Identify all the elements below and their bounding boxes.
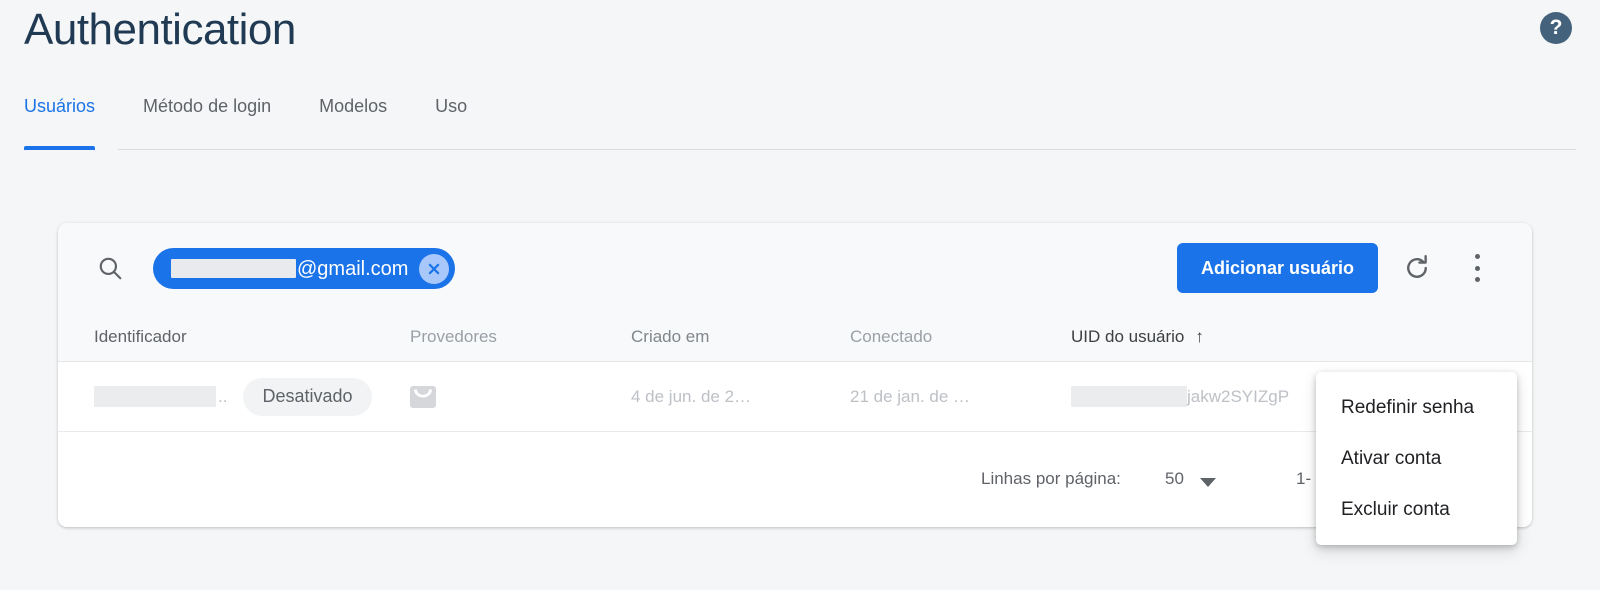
identifier-truncation: .. [218, 386, 228, 406]
redacted-username [171, 259, 296, 278]
column-header-conectado[interactable]: Conectado [850, 313, 932, 361]
users-toolbar: @gmail.com Adicionar usuário [58, 223, 1532, 313]
page-title: Authentication [24, 5, 296, 54]
column-label: Conectado [850, 327, 933, 346]
close-circle-icon[interactable] [419, 253, 450, 284]
menu-item-ativar-conta[interactable]: Ativar conta [1316, 433, 1517, 484]
search-icon[interactable] [97, 255, 123, 281]
search-filter-chip[interactable]: @gmail.com [153, 248, 456, 289]
tab-uso[interactable]: Uso [435, 92, 467, 148]
column-label: Criado em [631, 327, 710, 346]
tab-metodo-de-login[interactable]: Método de login [143, 92, 271, 148]
column-label: UID do usuário [1071, 327, 1185, 346]
redacted-uid [1071, 386, 1187, 407]
column-header-identificador[interactable]: Identificador [94, 313, 187, 361]
add-user-button[interactable]: Adicionar usuário [1176, 243, 1378, 293]
column-label: Identificador [94, 327, 187, 346]
menu-item-excluir-conta[interactable]: Excluir conta [1316, 484, 1517, 535]
table-row[interactable]: .. Desativado 4 de jun. de 2… 21 de jan.… [58, 362, 1532, 432]
chevron-down-icon[interactable] [1200, 478, 1216, 487]
tab-bar-divider [118, 149, 1576, 150]
tab-bar: Usuários Método de login Modelos Uso [24, 92, 515, 150]
rows-per-page-select[interactable]: 50 [1165, 469, 1184, 489]
column-header-criado-em[interactable]: Criado em [631, 313, 709, 361]
refresh-icon[interactable] [1402, 253, 1432, 283]
uid-value: jakw2SYIZgP [1187, 386, 1290, 406]
users-card: @gmail.com Adicionar usuário Identificad… [58, 223, 1532, 527]
cell-provedores [410, 362, 436, 431]
rows-per-page-label: Linhas por página: [981, 469, 1121, 488]
column-header-provedores[interactable]: Provedores [410, 313, 497, 361]
redacted-identifier [94, 386, 216, 407]
tab-label: Uso [435, 96, 468, 116]
sort-ascending-icon: ↑ [1195, 327, 1204, 346]
help-circle-icon[interactable]: ? [1540, 12, 1572, 44]
cell-identificador: .. Desativado [94, 362, 372, 431]
cell-uid-do-usuario: jakw2SYIZgP [1071, 362, 1289, 431]
cell-criado-em: 4 de jun. de 2… [631, 386, 752, 406]
column-label: Provedores [410, 327, 497, 346]
email-envelope-icon [410, 385, 436, 408]
row-context-menu: Redefinir senha Ativar conta Excluir con… [1316, 372, 1517, 545]
tab-usuarios[interactable]: Usuários [24, 92, 96, 150]
table-footer: Linhas por página: 50 1- [58, 432, 1532, 527]
more-vert-icon[interactable] [1464, 251, 1490, 285]
search-chip-text: @gmail.com [297, 257, 409, 280]
status-badge: Desativado [243, 377, 372, 416]
tab-label: Método de login [143, 96, 272, 116]
pagination-range: 1- [1296, 469, 1312, 488]
column-header-uid-do-usuario[interactable]: UID do usuário ↑ [1071, 313, 1204, 361]
menu-item-redefinir-senha[interactable]: Redefinir senha [1316, 382, 1517, 433]
tab-modelos[interactable]: Modelos [319, 92, 387, 148]
cell-conectado: 21 de jan. de … [850, 386, 971, 406]
tab-label: Usuários [24, 96, 96, 116]
table-header-row: Identificador Provedores Criado em Conec… [58, 313, 1532, 362]
tab-label: Modelos [319, 96, 388, 116]
